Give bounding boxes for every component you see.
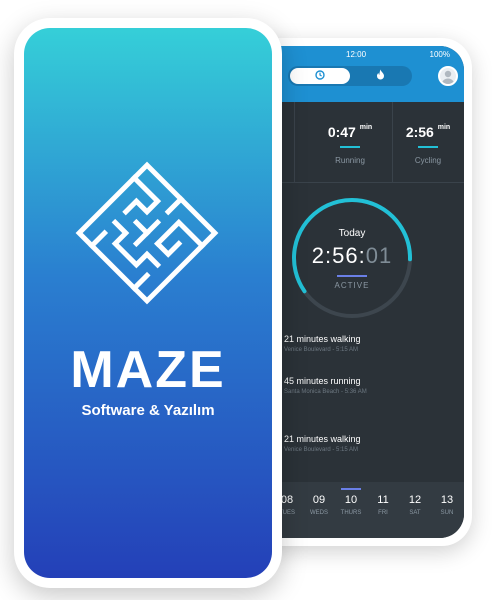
day-number: 09: [312, 494, 326, 506]
status-bar: 12:00 100%: [254, 50, 464, 62]
day-item[interactable]: 12 SAT: [400, 494, 430, 516]
splash-screen: MAZE Software & Yazılım: [24, 28, 272, 578]
day-number: 12: [408, 494, 422, 506]
divider: [294, 102, 295, 182]
day-item[interactable]: 13 SUN: [432, 494, 462, 516]
timeline-item[interactable]: 45 minutes running Santa Monica Beach - …: [262, 376, 367, 395]
timeline-subtitle: Venice Boulevard - 5:15 AM: [284, 347, 359, 353]
view-toggle[interactable]: [288, 66, 412, 86]
stat-underline: [418, 146, 438, 148]
day-item-selected[interactable]: 10 THURS: [336, 488, 366, 516]
day-name: WEDS: [310, 510, 328, 516]
day-item[interactable]: 09 WEDS: [304, 494, 334, 516]
brand-name: MAZE: [70, 341, 226, 399]
stat-running: 0:47 min Running: [314, 102, 386, 182]
timeline-subtitle: Venice Boulevard - 5:15 AM: [284, 447, 359, 453]
stat-unit: min: [359, 124, 373, 131]
selected-day-indicator: [341, 488, 361, 490]
day-selector: 08 TUES 09 WEDS 10 THURS 11 FRI 12 SAT 1…: [254, 482, 464, 538]
activity-ring: Today 2:56:01 ACTIVE: [288, 194, 416, 322]
day-name: SUN: [440, 510, 454, 516]
app-header: 12:00 100%: [254, 46, 464, 102]
activity-stats: min 0:47 min Running 2:56 min Cycling: [254, 102, 464, 183]
ring-time-seconds: 01: [365, 243, 393, 268]
timeline-title: 45 minutes running: [284, 376, 361, 386]
day-number: 13: [440, 494, 454, 506]
status-battery: 100%: [429, 50, 450, 59]
brand-tagline: Software & Yazılım: [81, 402, 215, 419]
tab-time[interactable]: [290, 68, 350, 84]
stat-label: Cycling: [414, 156, 442, 165]
tab-calories[interactable]: [350, 68, 410, 84]
timeline-title: 21 minutes walking: [284, 434, 361, 444]
ring-active-label: ACTIVE: [334, 281, 370, 290]
ring-underline: [337, 275, 367, 277]
day-item[interactable]: 11 FRI: [368, 494, 398, 516]
fitness-app-screen: 12:00 100% min: [254, 46, 464, 538]
timeline-subtitle: Santa Monica Beach - 5:36 AM: [284, 389, 367, 395]
flame-icon: [376, 67, 385, 85]
front-phone-frame: MAZE Software & Yazılım: [14, 18, 282, 588]
maze-logo-icon: [72, 158, 222, 308]
stat-cycling: 2:56 min Cycling: [392, 102, 464, 182]
timeline-item[interactable]: 21 minutes walking Venice Boulevard - 5:…: [262, 434, 361, 453]
day-name: FRI: [378, 510, 388, 516]
timeline-title: 21 minutes walking: [284, 334, 361, 344]
day-number: 10: [344, 494, 358, 506]
ring-today-label: Today: [338, 228, 366, 239]
status-time: 12:00: [346, 50, 367, 59]
timeline-item[interactable]: 21 minutes walking Venice Boulevard - 5:…: [262, 334, 361, 353]
clock-icon: [315, 67, 325, 85]
stat-label: Running: [335, 156, 365, 165]
ring-time-main: 2:56:: [311, 243, 366, 268]
day-name: SAT: [409, 510, 421, 516]
activity-timeline: 21 minutes walking Venice Boulevard - 5:…: [254, 328, 464, 488]
stat-value: 0:47: [327, 124, 356, 140]
user-avatar[interactable]: [438, 66, 458, 86]
ring-time: 2:56:01: [288, 243, 416, 269]
stat-unit: min: [437, 124, 451, 131]
day-name: THURS: [340, 510, 362, 516]
stat-value: 2:56: [405, 124, 434, 140]
day-number: 11: [377, 494, 389, 506]
stat-underline: [340, 146, 360, 148]
